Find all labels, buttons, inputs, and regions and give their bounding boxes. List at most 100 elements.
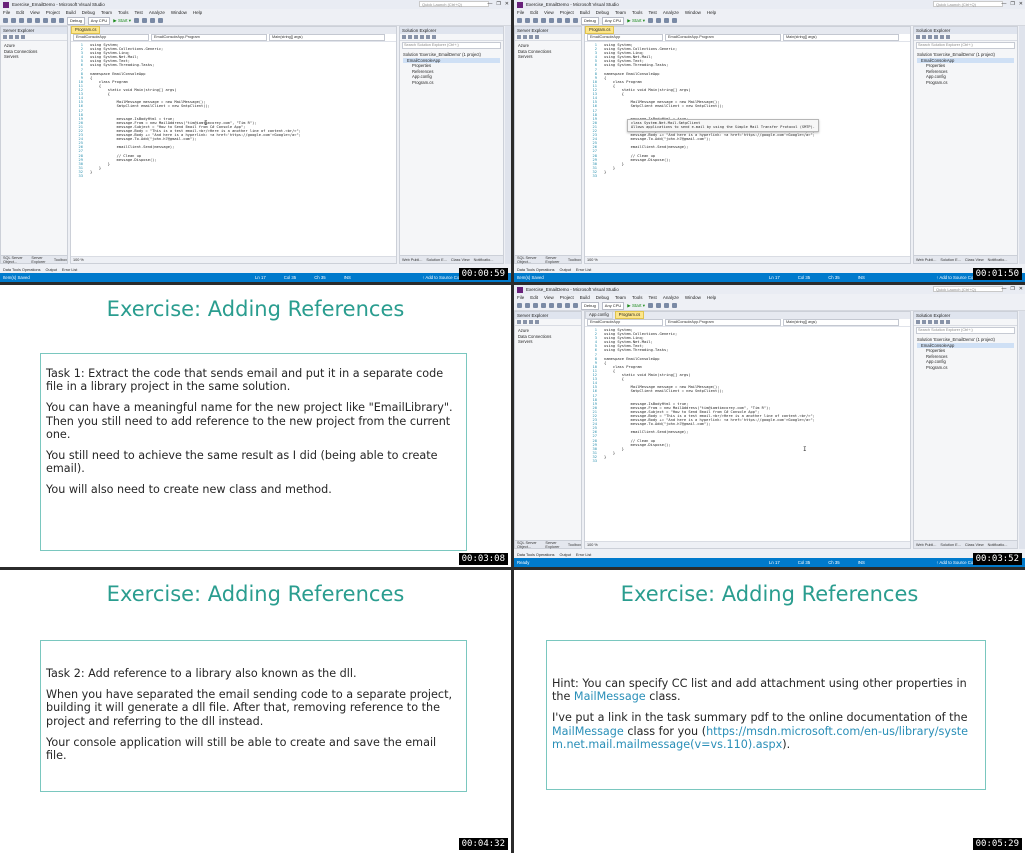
toolbar-icon[interactable] [149,18,155,23]
tree-item-servers[interactable]: Servers [4,54,64,60]
tree-item-program-cs[interactable]: Program.cs [917,80,1014,86]
platform-select[interactable]: Any CPU [87,16,111,25]
project-dropdown[interactable]: EmailConsoleApp [587,319,663,326]
toolbar-icon[interactable] [647,303,653,308]
class-dropdown[interactable]: EmailConsoleApp.Program [151,34,267,41]
new-project-icon[interactable] [533,18,538,23]
zoom-level[interactable]: 100 % [585,541,910,548]
tab-error-list[interactable]: Error List [576,268,591,272]
server-icon[interactable] [535,35,539,39]
solution-search-input[interactable]: Search Solution Explorer (Ctrl+;) [916,42,1015,49]
toolbar-icon[interactable] [663,18,669,23]
back-icon[interactable] [517,303,522,308]
project-dropdown[interactable]: EmailConsoleApp [73,34,149,41]
save-icon[interactable] [35,18,40,23]
menu-view[interactable]: View [30,10,40,15]
tab-error-list[interactable]: Error List [62,268,77,272]
solution-search-input[interactable]: Search Solution Explorer (Ctrl+;) [402,42,501,49]
sync-icon[interactable] [934,320,938,324]
toolbar-icon[interactable] [663,303,669,308]
menu-test[interactable]: Test [135,10,143,15]
properties-icon[interactable] [946,35,950,39]
quick-launch-input[interactable]: Quick Launch (Ctrl+Q) [419,1,489,7]
redo-icon[interactable] [59,18,64,23]
menu-window[interactable]: Window [685,10,701,15]
tab-output[interactable]: Output [560,268,571,272]
refresh-icon[interactable] [3,35,7,39]
start-button[interactable]: ▶ Start ▾ [627,18,645,24]
undo-icon[interactable] [565,303,570,308]
tab-solution-explorer[interactable]: Solution E... [940,258,960,262]
toolbar-icon[interactable] [655,303,661,308]
save-icon[interactable] [549,303,554,308]
forward-icon[interactable] [525,303,530,308]
tab-program-cs[interactable]: Program.cs [585,26,615,34]
toolbar-icon[interactable] [647,18,653,23]
server-icon[interactable] [535,320,539,324]
zoom-level[interactable]: 100 % [585,256,910,263]
tab-error-list[interactable]: Error List [576,553,591,557]
stop-icon[interactable] [523,320,527,324]
menu-tools[interactable]: Tools [632,10,643,15]
code-area[interactable]: 1 using System; 2 using System.Collections.… [585,42,910,178]
platform-select[interactable]: Any CPU [601,301,625,310]
sync-icon[interactable] [934,35,938,39]
tab-notifications[interactable]: Notificatio... [988,258,1008,262]
menu-file[interactable]: File [3,10,10,15]
tab-web-publish[interactable]: Web Publi... [402,258,422,262]
project-dropdown[interactable]: EmailConsoleApp [587,34,663,41]
home-icon[interactable] [928,320,932,324]
tab-program-cs[interactable]: Program.cs [71,26,101,34]
connect-icon[interactable] [529,320,533,324]
tab-server-explorer[interactable]: Server Explorer [31,256,49,264]
menu-edit[interactable]: Edit [530,295,538,300]
menu-project[interactable]: Project [560,295,574,300]
collapse-icon[interactable] [940,35,944,39]
menu-project[interactable]: Project [46,10,60,15]
tab-data-tools-operations[interactable]: Data Tools Operations [3,268,41,272]
toolbar-icon[interactable] [671,303,677,308]
tab-server-explorer[interactable]: Server Explorer [545,256,563,264]
tree-item-program-cs[interactable]: Program.cs [917,365,1014,371]
menu-edit[interactable]: Edit [16,10,24,15]
menu-view[interactable]: View [544,10,554,15]
menu-team[interactable]: Team [615,295,626,300]
tab-sql-server-object-explorer[interactable]: SQL Server Object... [517,256,541,264]
class-dropdown[interactable]: EmailConsoleApp.Program [665,34,781,41]
tab-toolbox[interactable]: Toolbox [568,258,581,262]
toolbar-icon[interactable] [141,18,147,23]
forward-icon[interactable] [408,35,412,39]
tree-item-program-cs[interactable]: Program.cs [403,80,500,86]
tab-app-config[interactable]: App.config [585,311,613,319]
menu-project[interactable]: Project [560,10,574,15]
redo-icon[interactable] [573,303,578,308]
class-dropdown[interactable]: EmailConsoleApp.Program [665,319,781,326]
menu-build[interactable]: Build [580,10,590,15]
menu-file[interactable]: File [517,10,524,15]
menu-analyze[interactable]: Analyze [663,295,679,300]
menu-team[interactable]: Team [615,10,626,15]
tab-output[interactable]: Output [46,268,57,272]
properties-side-tab[interactable] [505,26,511,264]
tab-web-publish[interactable]: Web Publi... [916,543,936,547]
member-dropdown[interactable]: Main(string[] args) [783,319,899,326]
menu-test[interactable]: Test [649,295,657,300]
toolbar-icon[interactable] [157,18,163,23]
menu-debug[interactable]: Debug [596,295,609,300]
collapse-icon[interactable] [426,35,430,39]
start-button[interactable]: ▶ Start ▾ [627,303,645,309]
menu-view[interactable]: View [544,295,554,300]
connect-icon[interactable] [529,35,533,39]
minimize-button[interactable]: — [1001,286,1006,292]
member-dropdown[interactable]: Main(string[] args) [269,34,385,41]
home-icon[interactable] [928,35,932,39]
tab-solution-explorer[interactable]: Solution E... [940,543,960,547]
forward-icon[interactable] [922,35,926,39]
open-icon[interactable] [541,303,546,308]
menu-debug[interactable]: Debug [82,10,95,15]
toolbar-icon[interactable] [655,18,661,23]
menu-test[interactable]: Test [649,10,657,15]
tab-sql-server-object-explorer[interactable]: SQL Server Object... [517,541,541,549]
tab-toolbox[interactable]: Toolbox [54,258,67,262]
menu-tools[interactable]: Tools [632,295,643,300]
